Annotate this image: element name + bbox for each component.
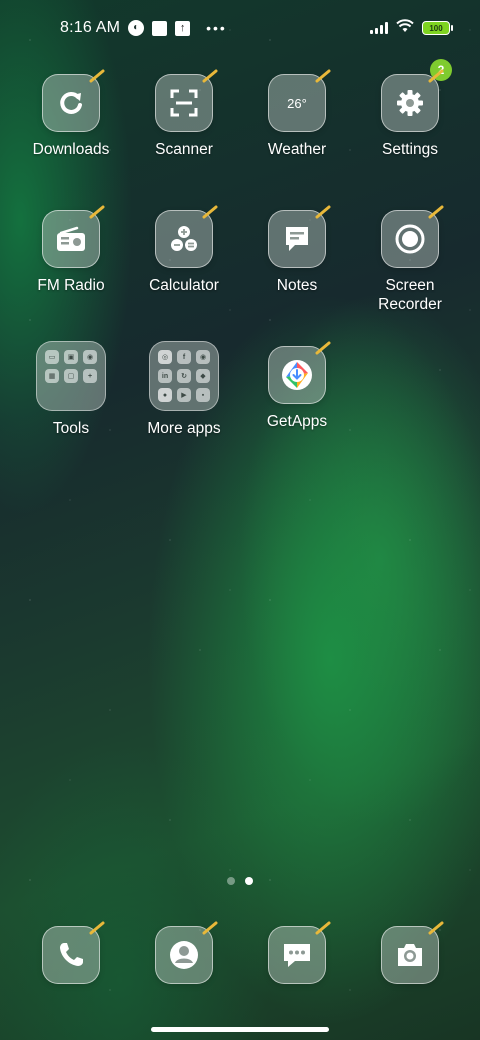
app-downloads[interactable]: Downloads: [21, 69, 121, 159]
mini-app-icon: ◉: [83, 350, 97, 364]
radio-icon: [42, 205, 105, 268]
mini-app-icon: ▣: [64, 350, 78, 364]
status-bar: 8:16 AM ◐ ↑ ••• 100: [0, 0, 480, 56]
mini-app-icon: ▦: [45, 369, 59, 383]
dock-messages[interactable]: [247, 921, 347, 984]
app-screen-recorder[interactable]: Screen Recorder: [360, 205, 460, 314]
weather-temp: 26°: [287, 95, 307, 111]
app-settings[interactable]: 2 Settings: [360, 59, 460, 159]
refresh-icon: [42, 69, 105, 132]
tag-icon: [315, 921, 331, 935]
tag-icon: [315, 205, 331, 219]
folder-icon: ◎ f ◉ in ↻ ◆ ● ▶ ▪: [149, 341, 219, 411]
record-icon: [381, 205, 444, 268]
app-calculator[interactable]: Calculator: [134, 205, 234, 295]
app-label: Scanner: [155, 141, 213, 158]
gear-icon: 2: [381, 59, 452, 132]
app-label: More apps: [147, 420, 221, 437]
contacts-icon: [155, 921, 218, 984]
app-getapps[interactable]: GetApps: [247, 341, 347, 431]
mini-app-icon: +: [83, 369, 97, 383]
folder-tools[interactable]: ▭ ▣ ◉ ▦ ▢ + Tools: [21, 341, 121, 438]
tag-icon: [89, 205, 105, 219]
mini-app-icon: ●: [158, 388, 172, 402]
getapps-icon: [268, 341, 331, 404]
app-label: Tools: [52, 420, 90, 437]
tag-icon: [428, 921, 444, 935]
mini-app-icon: ▢: [64, 369, 78, 383]
app-label: Weather: [267, 141, 327, 158]
page-dot[interactable]: [227, 877, 235, 885]
app-label: GetApps: [266, 413, 328, 430]
app-label: Notes: [276, 277, 318, 294]
notification-app-icon: ◐: [128, 20, 145, 36]
mini-app-icon: ◉: [196, 350, 210, 364]
page-indicator: [0, 877, 480, 885]
app-scanner[interactable]: Scanner: [134, 69, 234, 159]
notification-square-icon: [152, 20, 168, 36]
app-weather[interactable]: 26° Weather: [247, 69, 347, 159]
wifi-icon: [396, 18, 414, 38]
app-label: Settings: [381, 141, 438, 158]
mini-app-icon: ↻: [177, 369, 191, 383]
tag-icon: [315, 341, 331, 355]
mini-app-icon: ▭: [45, 350, 59, 364]
camera-icon: [381, 921, 444, 984]
app-label: Calculator: [149, 277, 219, 294]
mini-app-icon: ◎: [158, 350, 172, 364]
scan-icon: [155, 69, 218, 132]
tag-icon: [89, 69, 105, 83]
mini-app-icon: f: [177, 350, 191, 364]
upload-icon: ↑: [175, 20, 191, 36]
app-label: FM Radio: [37, 277, 105, 294]
signal-icon: [370, 22, 388, 34]
battery-icon: 100: [422, 21, 453, 35]
folder-more-apps[interactable]: ◎ f ◉ in ↻ ◆ ● ▶ ▪ More apps: [134, 341, 234, 438]
mini-app-icon: ▶: [177, 388, 191, 402]
tag-icon: [89, 921, 105, 935]
mini-app-icon: in: [158, 369, 172, 383]
home-indicator[interactable]: [151, 1027, 329, 1032]
clock: 8:16 AM: [60, 19, 121, 36]
dock-contacts[interactable]: [134, 921, 234, 984]
mini-app-icon: ▪: [196, 388, 210, 402]
dock-phone[interactable]: [21, 921, 121, 984]
page-dot-active[interactable]: [245, 877, 253, 885]
calculator-icon: [155, 205, 218, 268]
folder-icon: ▭ ▣ ◉ ▦ ▢ +: [36, 341, 106, 411]
weather-icon: 26°: [268, 69, 331, 132]
app-fm-radio[interactable]: FM Radio: [21, 205, 121, 295]
mini-app-icon: ◆: [196, 369, 210, 383]
more-notifications-icon: •••: [206, 20, 227, 36]
tag-icon: [202, 69, 218, 83]
tag-icon: [202, 205, 218, 219]
tag-icon: [428, 69, 444, 83]
messages-icon: [268, 921, 331, 984]
app-notes[interactable]: Notes: [247, 205, 347, 295]
tag-icon: [315, 69, 331, 83]
app-label: Screen Recorder: [378, 277, 442, 313]
notes-icon: [268, 205, 331, 268]
app-label: Downloads: [32, 141, 110, 158]
tag-icon: [202, 921, 218, 935]
dock-camera[interactable]: [360, 921, 460, 984]
tag-icon: [428, 205, 444, 219]
phone-icon: [42, 921, 105, 984]
